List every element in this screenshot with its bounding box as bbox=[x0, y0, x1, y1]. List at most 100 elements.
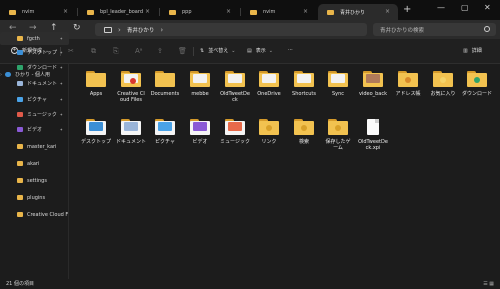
file-item[interactable]: mebbe bbox=[185, 71, 215, 97]
toolbar-divider bbox=[193, 47, 194, 56]
file-item[interactable]: Sync bbox=[323, 71, 353, 97]
file-item[interactable]: 検索 bbox=[289, 119, 319, 145]
tab-close-icon[interactable]: × bbox=[145, 8, 150, 15]
file-item[interactable]: Documents bbox=[150, 71, 180, 97]
file-item[interactable]: OneDrive bbox=[254, 71, 284, 97]
folder-icon bbox=[259, 71, 279, 87]
file-item[interactable]: Shortcuts bbox=[289, 71, 319, 97]
sidebar-item[interactable]: akari bbox=[0, 157, 69, 170]
more-button[interactable]: ··· bbox=[288, 47, 293, 53]
folder-icon bbox=[9, 9, 16, 15]
search-input[interactable]: 青井ひかりの検索 bbox=[373, 23, 496, 36]
sidebar-item-label: fgcth bbox=[27, 35, 40, 42]
breadcrumb-separator[interactable]: › bbox=[160, 26, 163, 34]
file-item[interactable]: リンク bbox=[254, 119, 284, 145]
folder-icon bbox=[121, 71, 141, 87]
file-item[interactable]: ダウンロード bbox=[462, 71, 492, 97]
file-label: ダウンロード bbox=[462, 91, 493, 97]
view-button[interactable]: ▤ 表示 ⌄ bbox=[247, 47, 273, 55]
sidebar-item[interactable]: Creative Cloud F bbox=[0, 208, 69, 221]
minimize-button[interactable]: — bbox=[437, 3, 445, 12]
sidebar-item-label: Creative Cloud F bbox=[27, 211, 69, 218]
sidebar-item[interactable]: master_kari bbox=[0, 140, 69, 153]
refresh-button[interactable]: ↻ bbox=[73, 23, 81, 33]
tab-ppp[interactable]: ppp × bbox=[160, 4, 239, 20]
tab-nvim-2[interactable]: nvim × bbox=[241, 4, 316, 20]
sidebar-item-label: ピクチャ bbox=[27, 97, 47, 103]
sidebar-item[interactable]: ピクチャ ✦ bbox=[0, 93, 69, 106]
sidebar-scrollbar[interactable] bbox=[68, 64, 69, 279]
sort-button[interactable]: ⇅ 並べ替え ⌄ bbox=[200, 47, 235, 55]
file-item[interactable]: ビデオ bbox=[185, 119, 215, 145]
music-icon bbox=[17, 112, 23, 117]
copy-icon[interactable]: ⧉ bbox=[91, 47, 96, 56]
navigation-pane: › ひかり - 個人用 fgcth ✦ デスクトップ ✦ ダウンロード ✦ ドキュメント ✦ ピ… bbox=[0, 32, 69, 279]
file-item[interactable]: video_back bbox=[358, 71, 388, 97]
sidebar-item[interactable]: plugins bbox=[0, 191, 69, 204]
file-item[interactable]: ピクチャ bbox=[150, 119, 180, 145]
rename-icon[interactable]: Aᵃ bbox=[135, 47, 143, 55]
document-icon bbox=[17, 81, 23, 86]
file-label: video_back bbox=[358, 91, 388, 97]
file-item[interactable]: デスクトップ bbox=[81, 119, 111, 145]
sidebar-item[interactable]: fgcth ✦ bbox=[0, 32, 69, 45]
share-icon[interactable]: ⇪ bbox=[157, 47, 163, 55]
folder-icon bbox=[17, 178, 23, 183]
file-label: Shortcuts bbox=[292, 91, 316, 97]
file-label: OldTweetDeck bbox=[220, 91, 250, 103]
paste-icon[interactable]: ⎘ bbox=[113, 47, 119, 56]
tab-label: 青井ひかり bbox=[340, 9, 366, 16]
pictures-icon bbox=[17, 97, 23, 102]
maximize-button[interactable]: ▢ bbox=[461, 3, 469, 12]
file-item[interactable]: お気に入り bbox=[428, 71, 458, 97]
sidebar-item[interactable]: settings bbox=[0, 174, 69, 187]
file-item[interactable]: Apps bbox=[81, 71, 111, 97]
file-label: Creative Cloud Files bbox=[117, 91, 145, 103]
details-icon: ▥ bbox=[463, 47, 468, 54]
download-icon bbox=[17, 65, 23, 70]
folder-icon bbox=[17, 36, 23, 41]
tab-aoi-hikari[interactable]: 青井ひかり × bbox=[318, 4, 398, 20]
sidebar-item[interactable]: ダウンロード ✦ bbox=[0, 61, 69, 74]
file-item[interactable]: OldTweetDeck.xpi bbox=[358, 119, 388, 151]
sidebar-item[interactable]: デスクトップ ✦ bbox=[0, 46, 69, 59]
folder-icon bbox=[86, 71, 106, 87]
sidebar-item[interactable]: ミュージック ✦ bbox=[0, 108, 69, 121]
tab-close-icon[interactable]: × bbox=[303, 8, 308, 15]
address-bar[interactable]: › 青井ひかり › bbox=[95, 23, 367, 36]
file-label: ドキュメント bbox=[116, 139, 147, 145]
file-label: デスクトップ bbox=[81, 139, 112, 145]
folder-icon bbox=[259, 119, 279, 135]
file-item[interactable]: 保存したゲーム bbox=[323, 119, 353, 151]
file-label: ピクチャ bbox=[155, 139, 175, 145]
command-bar: + 新規作成 ⌄ ✂ ⧉ ⎘ Aᵃ ⇪ 🗑 ⇅ 並べ替え ⌄ ▤ 表示 ⌄ ··… bbox=[0, 39, 500, 64]
file-item[interactable]: OldTweetDeck bbox=[220, 71, 250, 103]
tab-nvim-1[interactable]: nvim × bbox=[0, 4, 76, 20]
sidebar-item[interactable]: ドキュメント ✦ bbox=[0, 77, 69, 90]
file-label: Sync bbox=[331, 91, 345, 97]
folder-icon bbox=[155, 71, 175, 87]
pin-icon: ✦ bbox=[59, 36, 63, 41]
file-item[interactable]: アドレス帳 bbox=[393, 71, 423, 97]
breadcrumb-current[interactable]: 青井ひかり bbox=[127, 26, 155, 34]
delete-icon[interactable]: 🗑 bbox=[178, 47, 187, 55]
file-item[interactable]: ドキュメント bbox=[116, 119, 146, 145]
sidebar-item[interactable]: ビデオ ✦ bbox=[0, 123, 69, 136]
tab-bar: nvim × bpl_leader_board × ppp × nvim × 青井ひかり… bbox=[0, 0, 500, 20]
view-toggle[interactable]: ☰ ▦ bbox=[483, 279, 494, 289]
folder-icon bbox=[363, 71, 383, 87]
tab-close-icon[interactable]: × bbox=[226, 8, 231, 15]
close-window-button[interactable]: ✕ bbox=[484, 3, 491, 12]
file-item[interactable]: ミュージック bbox=[220, 119, 250, 145]
file-item[interactable]: Creative Cloud Files bbox=[116, 71, 146, 103]
view-label: 表示 bbox=[255, 48, 266, 54]
item-count: 21 個の項目 bbox=[6, 281, 34, 287]
details-button[interactable]: ▥ 詳細 bbox=[463, 47, 482, 55]
tab-close-icon[interactable]: × bbox=[385, 8, 390, 15]
tab-close-icon[interactable]: × bbox=[63, 8, 68, 15]
new-tab-button[interactable]: + bbox=[403, 5, 411, 15]
folder-icon bbox=[294, 71, 314, 87]
pin-icon: ✦ bbox=[59, 50, 63, 55]
file-label: アドレス帳 bbox=[395, 91, 421, 97]
tab-bpl-leader-board[interactable]: bpl_leader_board × bbox=[78, 4, 158, 20]
